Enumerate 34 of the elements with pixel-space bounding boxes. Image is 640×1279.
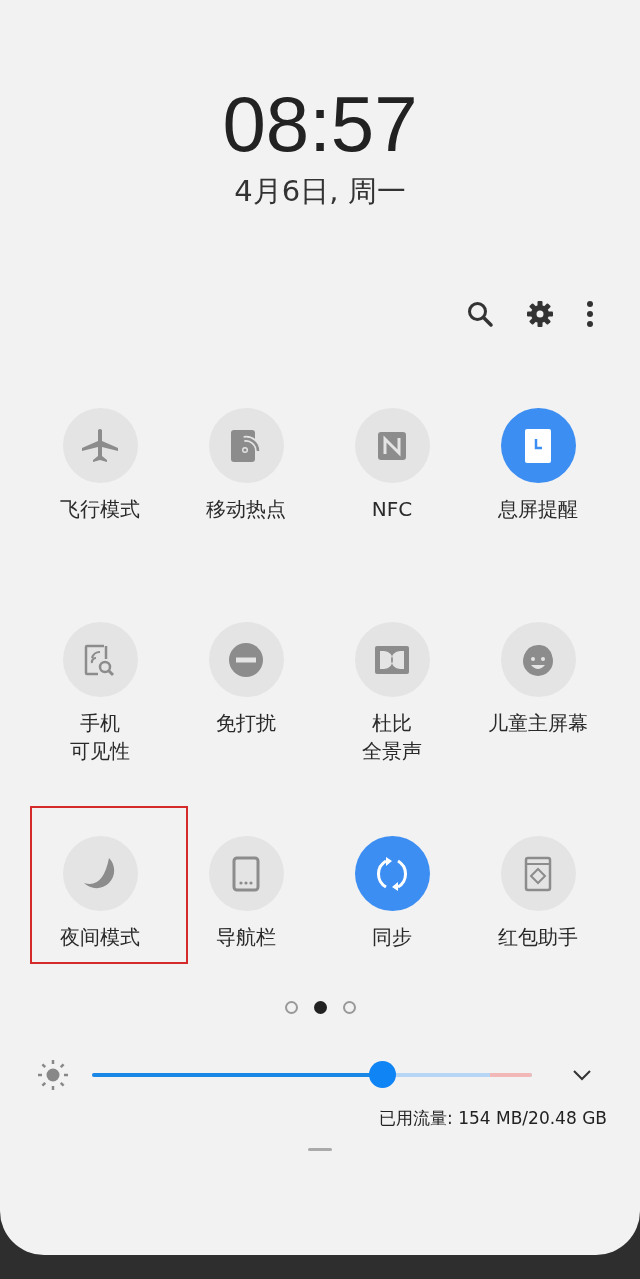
tile-label: 全景声 — [362, 738, 422, 765]
tile-label: NFC — [371, 496, 413, 523]
settings-icon[interactable] — [526, 300, 554, 328]
drag-handle[interactable] — [308, 1148, 332, 1151]
date-label: 4月6日, 周一 — [234, 174, 406, 208]
minus-circle-icon — [229, 642, 263, 677]
nfc-icon — [377, 430, 407, 461]
chevron-down-icon[interactable] — [572, 1069, 592, 1081]
data-usage-label: 已用流量: 154 MB/20.48 GB — [379, 1107, 607, 1130]
search-icon[interactable] — [466, 300, 494, 328]
tile-label: 同步 — [372, 924, 412, 951]
tile-label: 移动热点 — [206, 496, 286, 523]
tile-label: 红包助手 — [498, 924, 578, 951]
tile-label: 导航栏 — [216, 924, 276, 951]
brightness-thumb[interactable] — [369, 1061, 397, 1088]
moon-icon — [83, 856, 117, 891]
brightness-icon — [36, 1058, 70, 1092]
tile-label: 杜比 — [372, 710, 412, 737]
hotspot-icon — [230, 428, 262, 463]
airplane-icon — [81, 427, 119, 464]
tablet-icon — [232, 855, 260, 892]
clock-time: 08:57 — [222, 84, 418, 164]
more-icon[interactable] — [586, 300, 594, 328]
clock-card-icon — [525, 428, 551, 463]
tile-label: 手机 — [80, 710, 120, 737]
tile-label: 夜间模式 — [60, 924, 140, 951]
phone-search-icon — [84, 642, 116, 677]
envelope-icon — [524, 855, 552, 892]
tile-label: 可见性 — [70, 738, 130, 765]
tile-label: 飞行模式 — [60, 496, 140, 523]
tile-label: 息屏提醒 — [498, 496, 578, 523]
double-d-icon — [375, 645, 409, 674]
tile-label: 免打扰 — [216, 710, 276, 737]
tile-label: 儿童主屏幕 — [488, 710, 588, 737]
